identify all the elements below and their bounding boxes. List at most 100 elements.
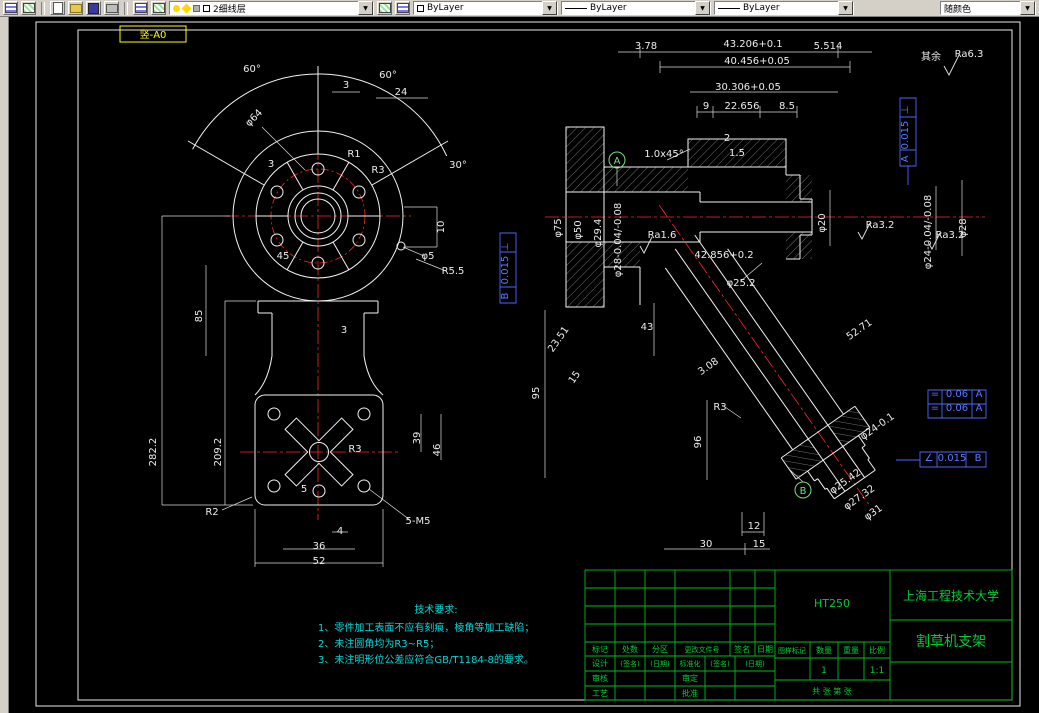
make-object-layer-current-icon[interactable] [377,1,392,15]
linetype-dropdown-value: ByLayer [590,3,627,13]
rev-header: 分区 [652,645,668,654]
dim-label: 60° [379,70,397,81]
dim-label: φ28 [958,218,969,237]
layers-icon[interactable] [133,1,148,15]
layout-tag-label: 竖-A0 [140,29,167,41]
plot-style-dropdown[interactable]: 随颜色 ▼ [940,1,1036,15]
dim-label: φ20 [817,213,828,232]
grid-icon[interactable] [3,1,18,15]
dim-label: 8.5 [779,101,795,112]
company-label: 上海工程技术大学 [903,588,999,603]
gdt-symbol: ⊥ [500,243,511,252]
dim-label: 3 [343,80,349,91]
chevron-down-icon[interactable]: ▼ [1020,1,1035,15]
dim-label: 5.514 [814,41,843,52]
sign-cell: 批准 [682,688,698,698]
lineweight-dropdown-value: ByLayer [743,3,780,13]
dim-label: 3 [341,325,347,336]
sign-cell: 审定 [682,673,698,683]
datum-b-label: B [800,486,807,497]
layers-glyph-icon [134,3,147,13]
layer-on-icon [173,4,180,12]
dim-label: 30° [449,160,467,171]
dim-label: Ra3.2 [866,220,895,231]
layer-states-glyph-icon [152,3,165,13]
dim-label: 4 [337,526,343,537]
new-icon[interactable] [50,1,65,15]
linetype-dropdown[interactable]: ByLayer ▼ [561,1,711,15]
dim-label: 3.78 [635,41,657,52]
dim-label: Ra6.3 [955,49,984,60]
rev-header: 标记 [592,644,608,654]
dim-label: 43 [641,322,654,333]
dim-label: 30 [700,539,713,550]
gdt-symbol: ∠ [925,453,934,464]
gdt-value: 0.015 [938,453,967,464]
dim-label: 5 [301,484,307,495]
toolbar-separator [41,1,45,15]
snap-glyph-icon [22,3,35,13]
chevron-down-icon[interactable]: ▼ [358,1,373,15]
dim-label: φ31 [862,503,884,523]
dim-label: 1.0x45° [644,149,684,160]
dim-label: 23.51 [546,325,571,355]
dim-label: 30.306+0.05 [715,82,781,93]
top-toolbar: 2细线层 ▼ ByLayer ▼ ByLayer ▼ ByLayer ▼ 随颜色… [0,0,1039,17]
dim-label: 3 [268,159,274,170]
sign-cell: 设计 [592,658,608,668]
chevron-down-icon[interactable]: ▼ [695,1,710,15]
rev-header: 日期 [757,645,773,654]
dim-label: φ24-0.04/-0.08 [923,195,934,269]
dim-label: 3.08 [696,356,721,378]
print-icon[interactable] [104,1,119,15]
dim-label: 5-M5 [406,516,431,527]
lineweight-dropdown[interactable]: ByLayer ▼ [714,1,854,15]
datum-a-label: A [614,156,621,167]
new-glyph-icon [52,2,63,14]
color-dropdown[interactable]: ByLayer ▼ [413,1,558,15]
save-glyph-icon [88,2,99,14]
chevron-down-icon[interactable]: ▼ [542,1,557,15]
dim-label: 85 [194,310,205,323]
drawing-canvas[interactable]: 竖-A0 60°60°30°324φ64R1R3310φ5R5.54585328… [0,0,1039,713]
layer-lock-icon [193,4,200,12]
dim-label: φ5 [422,251,435,262]
sign-cell: 审核 [592,673,608,683]
dim-label: 22.656 [725,101,760,112]
layer-states-icon[interactable] [151,1,166,15]
chevron-down-icon[interactable]: ▼ [838,1,853,15]
gdt-value: 0.015 [500,256,511,285]
gdt-symbol: = [931,389,939,400]
sign-cell: (签名) [620,659,640,668]
title-block: HT250 上海工程技术大学 割草机支架 标记 处数 分区 更改文件号 签名 日… [584,569,1013,701]
dim-label: 43.206+0.1 [723,39,782,50]
dim-label: 其余 [921,50,941,63]
dim-label: 282.2 [148,438,159,467]
window-left-border [0,17,9,713]
gdt-symbol: ⊥ [900,106,911,115]
layout-tag-box: 竖-A0 [119,25,187,43]
print-glyph-icon [105,3,118,13]
layer-dropdown[interactable]: 2细线层 ▼ [169,1,374,15]
sheet-note: 共 张 第 张 [812,686,852,696]
dim-label: R3 [371,165,384,176]
drawing-frame [35,21,1021,707]
open-glyph-icon [69,3,82,13]
gdt-value: 0.06 [946,389,968,400]
dim-label: R2 [205,507,218,518]
layer-previous-icon[interactable] [395,1,410,15]
dim-label: R1 [347,149,360,160]
open-icon[interactable] [68,1,83,15]
tech-req-title: 技术要求: [414,603,457,616]
dim-label: 45 [277,251,290,262]
dim-label: 15 [753,539,766,550]
dim-label: 39 [412,432,423,445]
save-icon[interactable] [86,1,101,15]
snap-icon[interactable] [21,1,36,15]
arm-center-line [658,204,869,505]
info-header: 数量 [816,645,832,655]
rev-header: 签名 [734,644,750,654]
info-header: 图样标记 [778,646,806,655]
rev-header: 处数 [622,644,638,654]
layer-color-chip [203,4,210,12]
